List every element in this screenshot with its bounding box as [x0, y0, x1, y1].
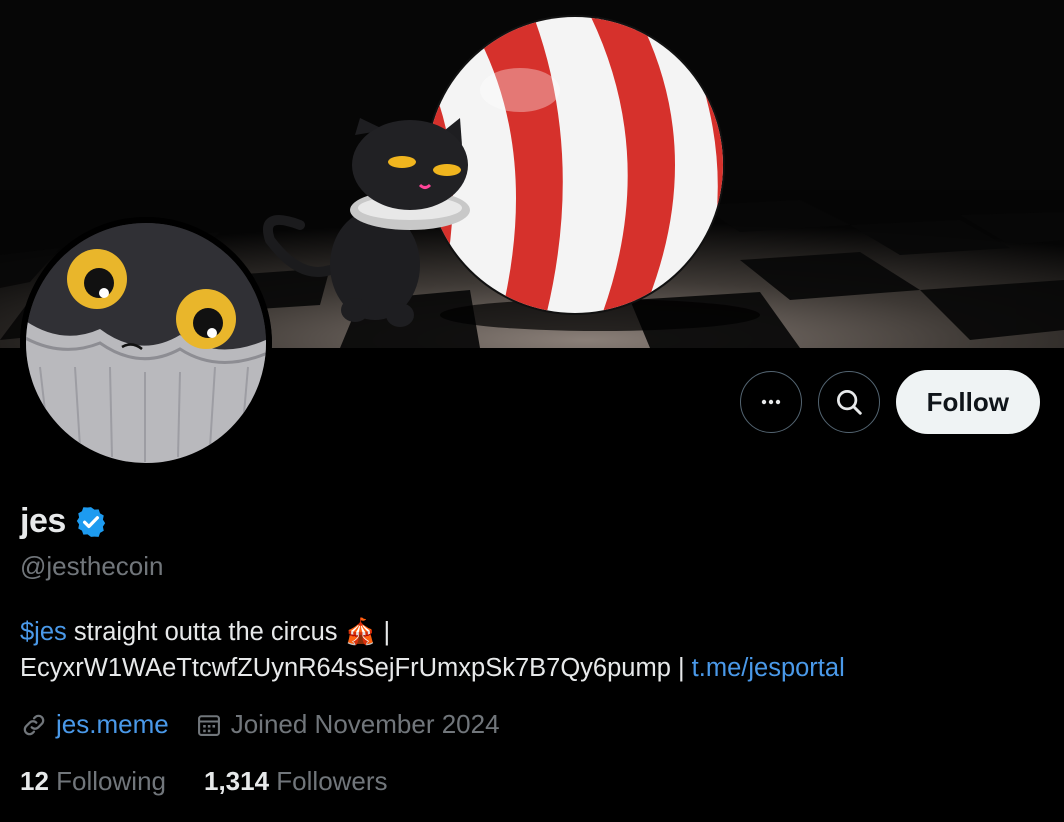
profile-bio: $jes straight outta the circus 🎪 | EcyxrW… [20, 614, 1050, 686]
joined-date: Joined November 2024 [230, 709, 500, 739]
website-item: jes.meme [20, 709, 169, 740]
following-link[interactable]: 12 Following [20, 766, 166, 797]
followers-label: Followers [276, 766, 388, 796]
followers-count: 1,314 [203, 766, 270, 796]
contract-address: EcyxrW1WAeTtcwfZUynR64sSejFrUmxpSk7B7Qy6… [20, 654, 671, 682]
following-label: Following [56, 766, 166, 796]
profile-avatar[interactable] [20, 217, 272, 469]
followers-link[interactable]: 1,314 Followers [204, 766, 388, 797]
more-dots-icon [761, 399, 780, 405]
verified-badge-icon[interactable] [74, 505, 108, 539]
bio-text: straight outta the circus [66, 618, 345, 646]
profile-actions: Follow [739, 370, 1040, 434]
calendar-icon [197, 714, 220, 736]
telegram-link[interactable]: t.me/jesportal [692, 654, 845, 682]
follow-button[interactable]: Follow [895, 370, 1040, 434]
website-link[interactable]: jes.meme [56, 709, 169, 740]
profile-handle: @jesthecoin [20, 551, 164, 581]
search-icon [836, 390, 862, 415]
bio-separator-2: | [670, 654, 692, 682]
cashtag-link[interactable]: $jes [20, 618, 67, 646]
display-name: jes [20, 502, 66, 540]
search-button[interactable] [817, 371, 880, 433]
following-count: 12 [20, 766, 49, 796]
avatar-image [20, 217, 272, 469]
link-icon [23, 714, 45, 735]
name-row: jes [20, 502, 108, 541]
circus-tent-emoji: 🎪 [344, 618, 377, 646]
profile-stats: 12 Following 1,314 Followers [20, 766, 426, 797]
bio-separator: | [376, 618, 391, 646]
joined-item: Joined November 2024 [195, 709, 500, 740]
profile-meta: jes.meme Joined November 2024 [20, 709, 526, 740]
more-button[interactable] [739, 371, 802, 433]
